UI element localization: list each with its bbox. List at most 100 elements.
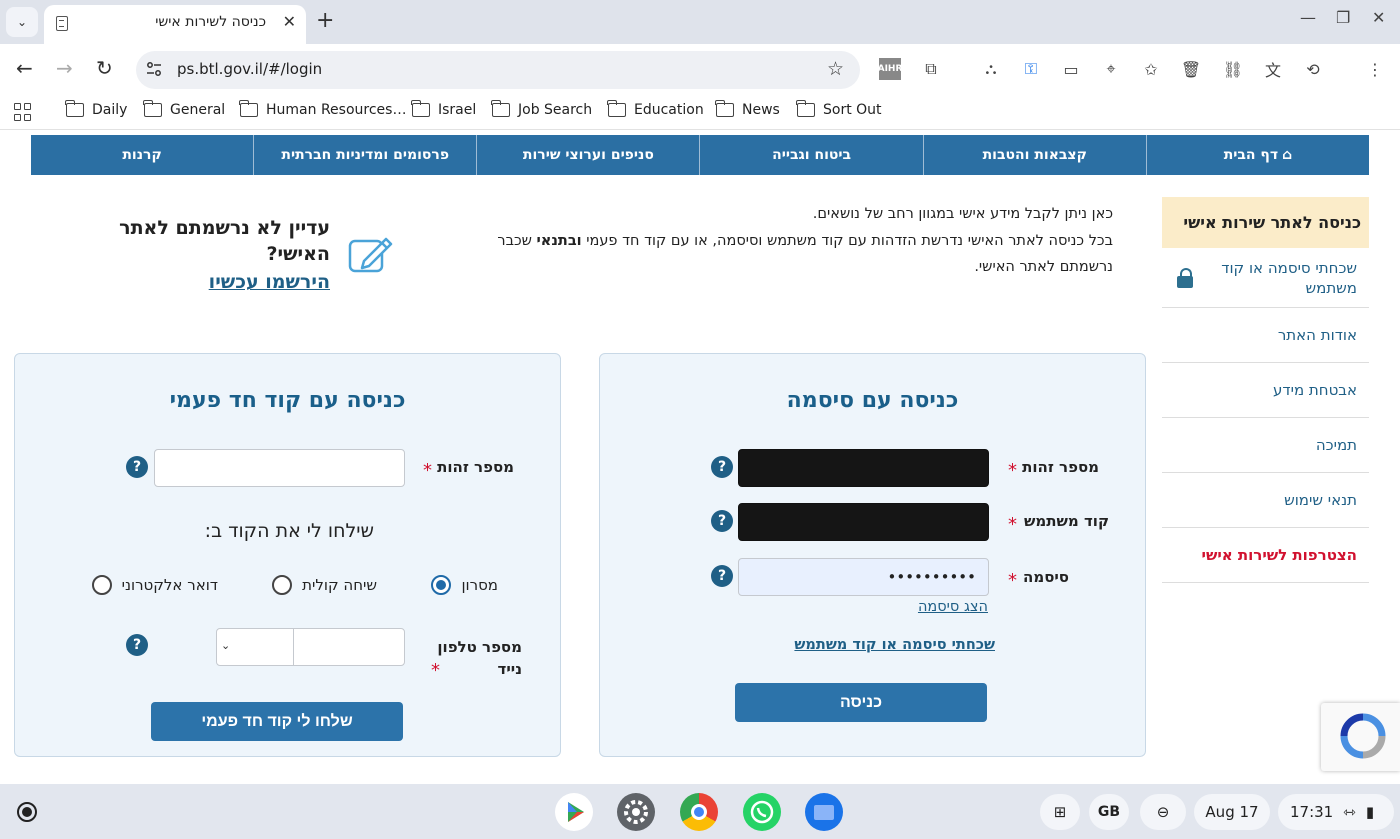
- otp-id-number-input[interactable]: [154, 449, 405, 487]
- minimize-icon[interactable]: —: [1300, 8, 1316, 27]
- send-otp-button[interactable]: שלחו לי קוד חד פעמי: [151, 702, 403, 741]
- screen-capture-icon[interactable]: ⊞: [1040, 794, 1080, 830]
- play-store-icon[interactable]: [555, 793, 593, 831]
- sidebar-forgot-label: שכחתי סיסמה או קוד משתמש: [1221, 258, 1357, 297]
- password-label: סיסמה: [1023, 568, 1069, 586]
- sidebar-item-forgot[interactable]: שכחתי סיסמה או קוד משתמש: [1162, 248, 1369, 308]
- password-login-panel: כניסה עם סיסמה מספר זהות * ? קוד משתמש *…: [599, 353, 1146, 757]
- active-tab[interactable]: כניסה לשירות אישי ✕: [44, 5, 306, 44]
- folder-icon: [143, 100, 162, 117]
- sidebar-item-about[interactable]: אודות האתר: [1162, 308, 1369, 363]
- home-icon: ⌂: [1282, 147, 1293, 163]
- whatsapp-icon[interactable]: [743, 793, 781, 831]
- otp-login-panel: כניסה עם קוד חד פעמי מספר זהות * ? שילחו…: [14, 353, 561, 757]
- help-icon[interactable]: ?: [711, 565, 733, 587]
- bookmark-job-search[interactable]: Job Search: [491, 100, 592, 118]
- help-icon[interactable]: ?: [711, 510, 733, 532]
- sidebar-item-join[interactable]: הצטרפות לשירות אישי: [1162, 528, 1369, 583]
- forgot-password-link[interactable]: שכחתי סיסמה או קוד משתמש: [794, 637, 995, 653]
- radio-button[interactable]: [431, 575, 452, 595]
- bookmark-star-icon[interactable]: ☆: [827, 58, 844, 80]
- help-icon[interactable]: ?: [711, 456, 733, 478]
- incognito-icon[interactable]: ⛬: [980, 58, 1002, 80]
- address-bar[interactable]: ps.btl.gov.il/#/login ☆: [136, 51, 860, 89]
- back-arrow-icon[interactable]: ←: [16, 56, 33, 80]
- chrome-icon[interactable]: [680, 793, 718, 831]
- edit-pencil-icon: [348, 237, 393, 273]
- payment-card-icon[interactable]: ▭: [1060, 58, 1082, 80]
- location-pin-icon[interactable]: ⌖: [1100, 58, 1122, 80]
- id-number-input[interactable]: [738, 449, 989, 487]
- launcher-icon[interactable]: [17, 802, 37, 822]
- nav-benefits[interactable]: קצבאות והטבות: [922, 135, 1146, 175]
- browser-toolbar: ← → ↻ ps.btl.gov.il/#/login ☆ AIHR ⧉ ⛬ ⚿…: [0, 44, 1400, 94]
- bookmark-human-resources[interactable]: Human Resources…: [239, 100, 406, 118]
- link-icon[interactable]: ⛓: [1222, 58, 1244, 80]
- sidebar-item-security[interactable]: אבטחת מידע: [1162, 363, 1369, 418]
- password-key-icon[interactable]: ⚿: [1020, 58, 1042, 80]
- radio-button[interactable]: [91, 575, 112, 595]
- forward-arrow-icon[interactable]: →: [56, 56, 73, 80]
- required-mark: *: [1008, 460, 1017, 481]
- favorites-star-icon[interactable]: ✩: [1140, 58, 1162, 80]
- password-panel-title: כניסה עם סיסמה: [786, 388, 959, 413]
- site-info-icon[interactable]: [146, 61, 162, 77]
- bookmark-israel[interactable]: Israel: [411, 100, 476, 118]
- sidebar-item-support[interactable]: תמיכה: [1162, 418, 1369, 473]
- bookmark-education[interactable]: Education: [607, 100, 704, 118]
- menu-kebab-icon[interactable]: ⋮: [1364, 58, 1386, 80]
- main-navigation: ⌂ דף הבית קצבאות והטבות ביטוח וגבייה סניפ…: [31, 135, 1369, 175]
- new-tab-button[interactable]: +: [316, 8, 334, 34]
- phone-number-input[interactable]: [293, 628, 405, 666]
- bookmark-sort-out[interactable]: Sort Out: [796, 100, 882, 118]
- files-folder-icon[interactable]: [805, 793, 843, 831]
- settings-gear-icon[interactable]: [617, 793, 655, 831]
- sidebar-item-terms[interactable]: תנאי שימוש: [1162, 473, 1369, 528]
- nav-branches[interactable]: סניפים וערוצי שירות: [476, 135, 699, 175]
- page-icon: [56, 16, 68, 31]
- show-password-link[interactable]: הצג סיסמה: [918, 599, 988, 615]
- history-icon[interactable]: ⟲: [1302, 58, 1324, 80]
- bookmark-general[interactable]: General: [143, 100, 225, 118]
- help-icon[interactable]: ?: [126, 634, 148, 656]
- password-input[interactable]: ••••••••••: [738, 558, 989, 596]
- phone-prefix-select[interactable]: ⌄: [216, 628, 294, 666]
- register-now-link[interactable]: הירשמו עכשיו: [209, 271, 330, 293]
- tab-title: כניסה לשירות אישי: [155, 14, 266, 30]
- system-tray[interactable]: 17:31 ⇿ ▮: [1278, 794, 1394, 830]
- url-text[interactable]: ps.btl.gov.il/#/login: [177, 60, 322, 78]
- time-display: 17:31: [1290, 803, 1334, 821]
- extensions-puzzle-icon[interactable]: ⧉: [920, 58, 942, 80]
- keyboard-layout-indicator[interactable]: GB: [1089, 794, 1129, 830]
- translate-icon[interactable]: 文: [1262, 58, 1284, 80]
- bookmark-news[interactable]: News: [715, 100, 780, 118]
- folder-icon: [239, 100, 258, 117]
- help-icon[interactable]: ?: [126, 456, 148, 478]
- trash-icon[interactable]: 🗑: [1180, 58, 1202, 80]
- reload-icon[interactable]: ↻: [96, 56, 113, 80]
- tab-search-button[interactable]: ⌄: [6, 7, 38, 37]
- close-tab-icon[interactable]: ✕: [283, 12, 296, 31]
- sidebar-item-personal-login[interactable]: כניסה לאתר שירות אישי: [1162, 197, 1369, 248]
- user-code-input[interactable]: [738, 503, 989, 541]
- folder-icon: [796, 100, 815, 117]
- radio-voice-call[interactable]: שיחה קולית: [272, 575, 377, 595]
- nav-funds[interactable]: קרנות: [31, 135, 253, 175]
- close-window-icon[interactable]: ✕: [1372, 8, 1385, 27]
- radio-sms[interactable]: מסרון: [431, 575, 498, 595]
- nav-home[interactable]: ⌂ דף הבית: [1145, 135, 1369, 175]
- recaptcha-badge[interactable]: [1321, 703, 1400, 771]
- otp-id-number-label: מספר זהות: [437, 458, 514, 476]
- login-button[interactable]: כניסה: [735, 683, 987, 722]
- extension-aihr-icon[interactable]: AIHR: [878, 58, 902, 80]
- radio-button[interactable]: [272, 575, 293, 595]
- radio-email[interactable]: דואר אלקטרוני: [91, 575, 218, 595]
- restore-icon[interactable]: ❐: [1336, 8, 1350, 27]
- bookmark-daily[interactable]: Daily: [65, 100, 127, 118]
- do-not-disturb-icon[interactable]: ⊖: [1140, 794, 1186, 830]
- nav-insurance[interactable]: ביטוח וגבייה: [699, 135, 922, 175]
- date-display[interactable]: Aug 17: [1194, 794, 1270, 830]
- nav-publications[interactable]: פרסומים ומדיניות חברתית: [253, 135, 476, 175]
- required-mark: *: [423, 460, 432, 481]
- apps-grid-icon[interactable]: [14, 103, 32, 121]
